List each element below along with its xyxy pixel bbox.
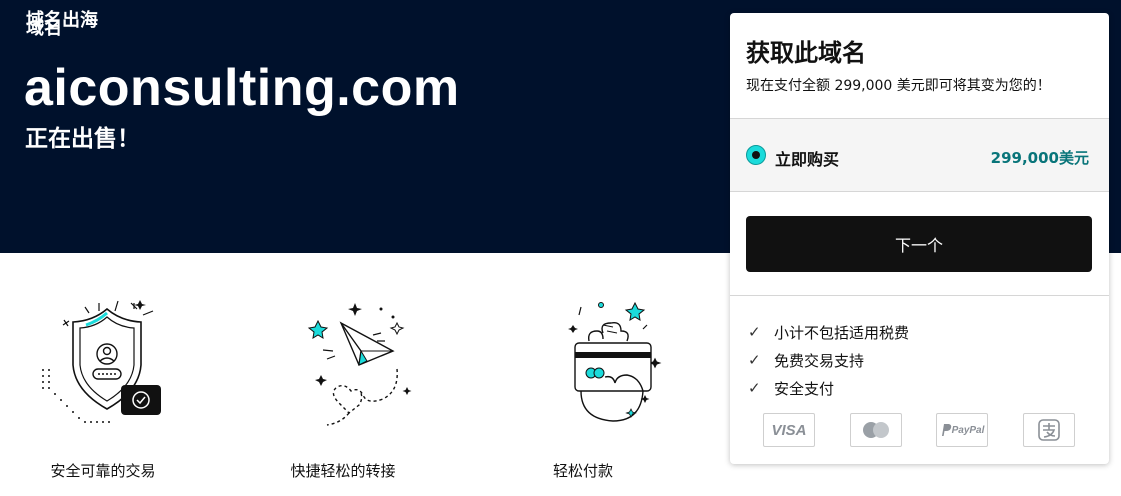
hand-card-icon <box>568 301 662 422</box>
check-icon: ✓ <box>748 351 761 369</box>
next-button[interactable]: 下一个 <box>746 216 1092 272</box>
paypal-icon: PayPal <box>936 413 988 447</box>
feature-transfer: 快捷轻松的转接 <box>233 295 453 480</box>
card-title: 获取此域名 <box>746 39 866 67</box>
list-item: ✓ 安全支付 <box>748 374 909 402</box>
for-sale-label: 正在出售！ <box>25 126 140 152</box>
alipay-icon <box>1023 413 1075 447</box>
buy-now-label: 立即购买 <box>775 150 840 169</box>
feature-caption: 安全可靠的交易 <box>50 462 156 480</box>
mastercard-icon <box>850 413 902 447</box>
feature-caption: 快捷轻松的转接 <box>290 462 396 480</box>
benefit-text: 免费交易支持 <box>774 351 865 370</box>
buy-now-option[interactable]: 立即购买 299,000美元 <box>730 118 1109 192</box>
buy-now-radio[interactable] <box>746 145 766 165</box>
benefit-text: 小计不包括适用税费 <box>774 323 910 342</box>
list-item: ✓ 免费交易支持 <box>748 346 909 374</box>
feature-payment: 轻松付款 <box>473 295 693 480</box>
shield-user-icon <box>42 300 161 423</box>
visa-text: VISA <box>771 421 807 439</box>
feature-caption: 轻松付款 <box>552 462 613 480</box>
visa-icon: VISA <box>763 413 815 447</box>
benefits-list: ✓ 小计不包括适用税费 ✓ 免费交易支持 ✓ 安全支付 <box>748 318 909 402</box>
purchase-card: 获取此域名 现在支付全额 299,000 美元即可将其变为您的！ 立即购买 29… <box>730 13 1109 464</box>
paper-plane-icon <box>307 303 412 426</box>
buy-now-price: 299,000美元 <box>990 149 1089 167</box>
check-icon: ✓ <box>748 379 761 397</box>
benefit-text: 安全支付 <box>774 379 835 398</box>
card-subtitle: 现在支付全额 299,000 美元即可将其变为您的！ <box>746 78 1051 94</box>
feature-secure: 安全可靠的交易 <box>0 295 213 480</box>
brand-line-2: 域名 <box>26 18 62 39</box>
check-icon: ✓ <box>748 323 761 341</box>
card-divider <box>730 295 1109 296</box>
list-item: ✓ 小计不包括适用税费 <box>748 318 909 346</box>
domain-name: aiconsulting.com <box>24 59 460 117</box>
